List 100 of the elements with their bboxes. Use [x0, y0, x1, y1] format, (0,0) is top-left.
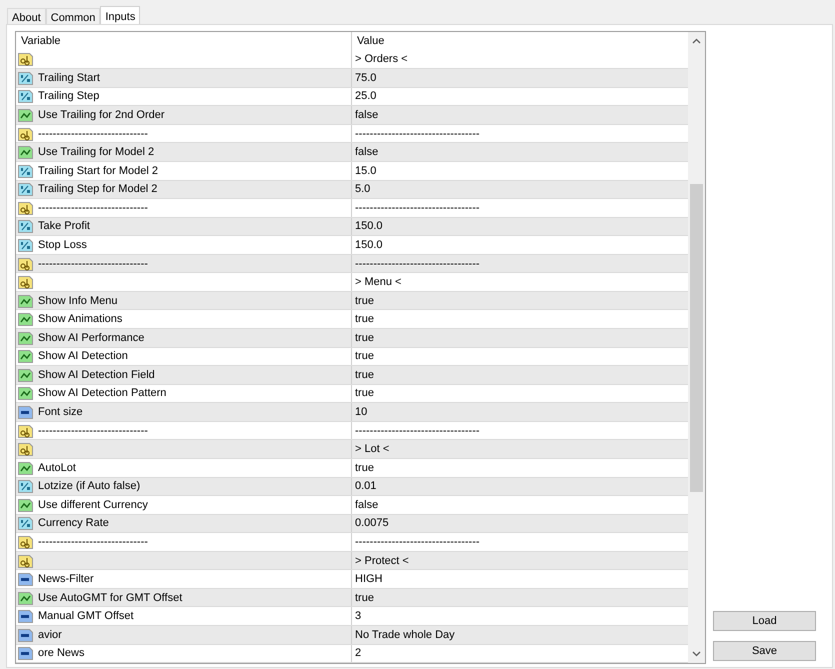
- value-cell[interactable]: > Protect <: [355, 554, 409, 567]
- value-cell[interactable]: true: [355, 350, 374, 362]
- variable-name: Currency Rate: [38, 517, 109, 530]
- toggle-type-icon: [18, 590, 33, 605]
- scroll-up-icon[interactable]: [692, 38, 701, 44]
- variable-name: Trailing Start: [38, 72, 100, 84]
- variable-name: Take Profit: [38, 220, 90, 232]
- value-cell[interactable]: true: [355, 332, 374, 344]
- tab[interactable]: About: [7, 8, 46, 24]
- action-button[interactable]: Save: [713, 641, 816, 661]
- value-cell[interactable]: 3: [355, 610, 362, 622]
- value-cell[interactable]: 10: [355, 406, 368, 418]
- variable-name: Lotzize (if Auto false): [38, 480, 140, 492]
- value-cell[interactable]: ----------------------------------: [355, 258, 480, 270]
- variable-name: Stop Loss: [38, 238, 87, 251]
- scroll-down-icon[interactable]: [692, 651, 701, 657]
- variable-name: Manual GMT Offset: [38, 610, 134, 622]
- toggle-type-icon: [18, 349, 33, 364]
- variable-name: Show Animations: [38, 313, 122, 326]
- toggle-type-icon: [18, 368, 33, 382]
- value-cell[interactable]: > Orders <: [355, 53, 408, 66]
- variable-name: Trailing Start for Model 2: [38, 164, 158, 177]
- integer-type-icon: [18, 405, 33, 420]
- fraction-type-icon: [18, 164, 33, 178]
- value-cell[interactable]: false: [355, 498, 378, 511]
- fraction-type-icon: [18, 219, 33, 234]
- variable-name: Use Trailing for 2nd Order: [38, 109, 165, 122]
- fraction-type-icon: [18, 70, 33, 85]
- text-type-icon: [18, 534, 33, 549]
- toggle-type-icon: [18, 145, 33, 160]
- text-type-icon: [18, 275, 33, 290]
- value-cell[interactable]: false: [355, 109, 378, 122]
- fraction-type-icon: [18, 238, 33, 252]
- variable-name: Trailing Step: [38, 90, 100, 102]
- toggle-type-icon: [18, 460, 33, 475]
- fraction-type-icon: [18, 516, 33, 530]
- value-cell[interactable]: true: [355, 294, 374, 307]
- text-type-icon: [18, 200, 33, 215]
- value-cell[interactable]: ----------------------------------: [355, 128, 480, 140]
- text-type-icon: [18, 424, 33, 438]
- variable-name: ore News: [38, 647, 84, 660]
- scroll-thumb[interactable]: [690, 184, 703, 492]
- scrollbar[interactable]: [688, 32, 705, 663]
- toggle-type-icon: [18, 312, 33, 326]
- variable-name: AutoLot: [38, 462, 76, 474]
- value-cell[interactable]: true: [355, 387, 374, 400]
- value-cell[interactable]: 75.0: [355, 72, 376, 84]
- toggle-type-icon: [18, 330, 33, 345]
- toggle-type-icon: [18, 108, 33, 122]
- text-type-icon: [18, 52, 33, 66]
- value-cell[interactable]: true: [355, 462, 374, 474]
- value-cell[interactable]: false: [355, 146, 378, 158]
- variable-name: News-Filter: [38, 573, 94, 586]
- variable-name: Trailing Step for Model 2: [38, 183, 158, 196]
- action-button[interactable]: Load: [713, 611, 816, 631]
- value-cell[interactable]: true: [355, 592, 374, 604]
- toggle-type-icon: [18, 386, 33, 400]
- variable-name: Use Trailing for Model 2: [38, 146, 154, 158]
- variable-name: ------------------------------: [38, 202, 148, 214]
- variable-name: Use AutoGMT for GMT Offset: [38, 592, 182, 604]
- value-cell[interactable]: ----------------------------------: [355, 536, 480, 548]
- value-cell[interactable]: 15.0: [355, 164, 376, 177]
- variable-name: ------------------------------: [38, 424, 148, 437]
- value-cell[interactable]: ----------------------------------: [355, 424, 480, 437]
- variable-name: avior: [38, 628, 62, 641]
- integer-type-icon: [18, 609, 33, 624]
- toggle-type-icon: [18, 498, 33, 512]
- tab[interactable]: Common: [46, 8, 100, 24]
- value-cell[interactable]: 150.0: [355, 238, 383, 251]
- fraction-type-icon: [18, 89, 33, 104]
- text-type-icon: [18, 442, 33, 456]
- variable-name: Show AI Detection Pattern: [38, 387, 166, 400]
- value-cell[interactable]: 0.0075: [355, 517, 389, 530]
- value-cell[interactable]: HIGH: [355, 573, 382, 586]
- text-type-icon: [18, 256, 33, 271]
- integer-type-icon: [18, 572, 33, 586]
- variable-name: ------------------------------: [38, 128, 148, 140]
- value-cell[interactable]: > Menu <: [355, 276, 402, 288]
- value-cell[interactable]: ----------------------------------: [355, 202, 480, 214]
- variable-name: Show Info Menu: [38, 294, 118, 307]
- variable-name: Show AI Detection Field: [38, 368, 155, 381]
- variable-name: Use different Currency: [38, 498, 148, 511]
- value-cell[interactable]: 25.0: [355, 90, 376, 102]
- variable-name: Show AI Performance: [38, 332, 144, 344]
- value-cell[interactable]: 2: [355, 647, 362, 660]
- value-cell[interactable]: 150.0: [355, 220, 383, 232]
- value-cell[interactable]: 0.01: [355, 480, 376, 492]
- column-header: Value: [356, 34, 386, 50]
- variable-name: Font size: [38, 406, 83, 418]
- fraction-type-icon: [18, 182, 33, 196]
- value-cell[interactable]: true: [355, 313, 374, 326]
- text-type-icon: [18, 554, 33, 568]
- tab[interactable]: Inputs: [100, 6, 140, 25]
- value-cell[interactable]: true: [355, 368, 374, 381]
- fraction-type-icon: [18, 479, 33, 494]
- integer-type-icon: [18, 646, 33, 660]
- integer-type-icon: [18, 628, 33, 642]
- value-cell[interactable]: 5.0: [355, 183, 370, 196]
- value-cell[interactable]: No Trade whole Day: [355, 628, 455, 641]
- value-cell[interactable]: > Lot <: [355, 443, 390, 456]
